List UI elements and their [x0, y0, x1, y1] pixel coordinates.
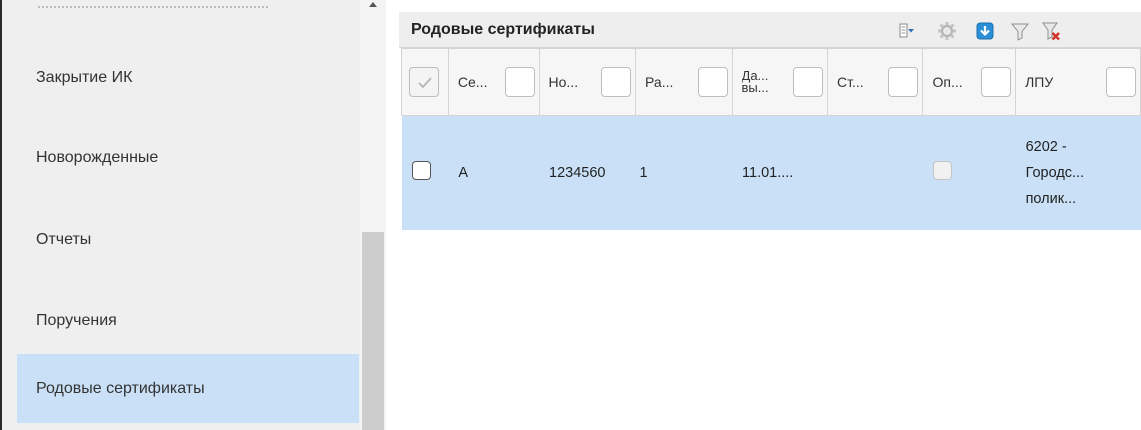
- column-filter-box[interactable]: [601, 67, 632, 97]
- column-label: Се...: [457, 74, 488, 90]
- column-header-date[interactable]: Да... вы...: [731, 48, 829, 116]
- sidebar-scrollbar[interactable]: [360, 0, 386, 430]
- sidebar-item-label: Родовые сертификаты: [36, 379, 205, 397]
- sidebar-item-label: Новорожденные: [36, 148, 159, 166]
- cell-lpu: 6202 - Городс... полик...: [1015, 115, 1141, 230]
- birth-certificates-panel: Родовые сертификаты Се... Но... Ра... Да…: [386, 0, 1141, 430]
- column-filter-box[interactable]: [793, 67, 823, 97]
- table-header-row: Се... Но... Ра... Да... вы... Ст... Оп..…: [401, 48, 1141, 116]
- cell-date: 11.01....: [732, 115, 828, 230]
- column-filter-box[interactable]: [1106, 67, 1136, 97]
- columns-menu-icon[interactable]: [895, 20, 917, 42]
- sidebar-item-reports[interactable]: Отчеты: [17, 205, 359, 274]
- lpu-line: Городс...: [1025, 164, 1085, 181]
- panel-title: Родовые сертификаты: [411, 21, 595, 38]
- sidebar-item-assignments[interactable]: Поручения: [17, 286, 359, 355]
- column-label: Ра...: [645, 74, 674, 90]
- column-label: Но...: [548, 74, 579, 90]
- filter-icon[interactable]: [1009, 20, 1031, 42]
- select-all-checkbox[interactable]: [409, 67, 439, 97]
- row-checkbox[interactable]: [411, 161, 431, 181]
- column-filter-box[interactable]: [504, 67, 535, 97]
- scroll-up-arrow-icon[interactable]: [369, 2, 377, 7]
- column-filter-box[interactable]: [981, 67, 1012, 97]
- lpu-line: 6202 -: [1025, 138, 1067, 155]
- column-filter-box[interactable]: [697, 67, 728, 97]
- column-header-lpu[interactable]: ЛПУ: [1015, 48, 1141, 116]
- column-header-status[interactable]: Ст...: [826, 48, 924, 116]
- settings-gear-icon[interactable]: [936, 20, 958, 42]
- column-header-series[interactable]: Се...: [447, 48, 540, 116]
- checkmark-icon: [418, 77, 432, 89]
- sidebar-item-label: Закрытие ИК: [36, 68, 133, 86]
- sidebar-item-closure[interactable]: Закрытие ИК: [17, 43, 359, 112]
- sidebar-item-label: Отчеты: [36, 230, 92, 248]
- row-select-cell[interactable]: [401, 115, 449, 230]
- cell-number: 1234560: [539, 115, 636, 230]
- lpu-line: полик...: [1025, 190, 1077, 207]
- op-checkbox: [932, 161, 952, 181]
- column-label-line: вы...: [741, 80, 769, 94]
- sidebar-item-birth-certificates[interactable]: Родовые сертификаты: [17, 354, 359, 423]
- clear-filter-icon[interactable]: [1040, 20, 1062, 42]
- table-row[interactable]: А 1234560 1 11.01.... 6202 - Городс... п…: [401, 115, 1141, 230]
- column-header-ra[interactable]: Ра...: [635, 48, 733, 116]
- scrollbar-thumb[interactable]: [362, 232, 384, 430]
- column-label: ЛПУ: [1025, 74, 1054, 90]
- column-header-number[interactable]: Но...: [538, 48, 637, 116]
- cell-ra: 1: [635, 115, 733, 230]
- cell-series: А: [448, 115, 540, 230]
- column-label: Ст...: [837, 74, 864, 90]
- cell-op: [922, 115, 1016, 230]
- column-header-op[interactable]: Оп...: [922, 48, 1017, 116]
- panel-header: Родовые сертификаты: [399, 12, 1141, 48]
- column-label: Да... вы...: [742, 70, 769, 94]
- certificates-table: Се... Но... Ра... Да... вы... Ст... Оп..…: [401, 48, 1141, 230]
- sidebar-nav: Закрытие ИК Новорожденные Отчеты Поручен…: [0, 0, 386, 430]
- download-icon[interactable]: [974, 20, 996, 42]
- column-label: Оп...: [932, 74, 963, 90]
- select-all-header[interactable]: [401, 48, 449, 116]
- sidebar-item-label: Поручения: [36, 311, 117, 329]
- sidebar-item-newborns[interactable]: Новорожденные: [17, 123, 359, 192]
- cut-off-item: [38, 0, 268, 8]
- cell-status: [827, 115, 923, 230]
- column-filter-box[interactable]: [888, 67, 919, 97]
